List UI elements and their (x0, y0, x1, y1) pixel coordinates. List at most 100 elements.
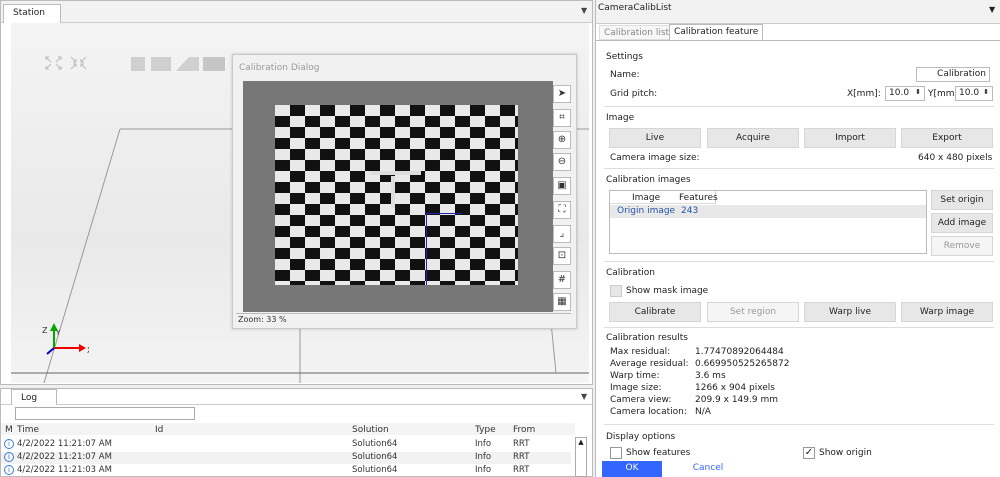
panel-header: CameraCalibList ▼ (596, 0, 1000, 24)
fit-image-icon[interactable]: ▣ (553, 177, 571, 195)
x-mm-label: X[mm]: (847, 89, 881, 99)
row-image: Origin image (617, 206, 676, 216)
image-heading: Image (606, 113, 635, 123)
show-mask-checkbox[interactable] (610, 285, 622, 297)
log-from: RRT (513, 439, 530, 449)
overlay-icon[interactable]: ⊡ (553, 247, 571, 265)
avg-residual-value: 0.669950525265872 (695, 359, 790, 369)
cancel-button[interactable]: Cancel (678, 461, 738, 477)
col-features-label[interactable]: Features (679, 193, 718, 203)
warp-time-label: Warp time: (610, 371, 660, 381)
log-row[interactable]: i 4/2/2022 11:21:07 AM Solution64 Info R… (1, 439, 571, 451)
origin-marker (371, 171, 421, 175)
set-region-button[interactable]: Set region (707, 302, 799, 322)
tab-calibration-list[interactable]: Calibration list (599, 25, 675, 40)
log-scrollbar[interactable]: ▲ (575, 437, 587, 477)
x-mm-stepper[interactable]: 10.0 ⬍ (885, 86, 925, 101)
acquire-button[interactable]: Acquire (707, 128, 799, 148)
zoom-in-icon[interactable]: ⊕ (553, 131, 571, 149)
x-mm-value: 10.0 (889, 88, 910, 98)
pin-icon[interactable]: ▼ (989, 5, 995, 14)
pointer-tool-icon[interactable]: ➤ (553, 85, 571, 103)
show-features-checkbox[interactable] (610, 447, 622, 459)
table-row[interactable]: Origin image 243 (610, 205, 926, 218)
row-features: 243 (681, 206, 699, 216)
axis-gizmo: Z Y X (42, 323, 89, 355)
warp-image-button[interactable]: Warp image (901, 302, 993, 322)
log-tabbar: Log ▼ (1, 389, 592, 405)
warp-time-value: 3.6 ms (695, 371, 726, 381)
log-type: Info (475, 452, 492, 462)
log-type: Info (475, 465, 492, 475)
log-solution: Solution64 (352, 465, 398, 475)
stepper-icon[interactable]: ⬍ (915, 88, 921, 96)
zoom-label: Zoom: 33 % (238, 315, 287, 324)
show-features-label: Show features (626, 448, 691, 458)
display-options-heading: Display options (606, 432, 676, 442)
max-residual-value: 1.77470892064484 (695, 347, 784, 357)
camera-image[interactable] (243, 81, 553, 312)
log-from: RRT (513, 465, 530, 475)
info-icon: i (4, 452, 14, 462)
col-time[interactable]: Time (17, 425, 39, 435)
col-type[interactable]: Type (475, 425, 496, 435)
select-region-icon[interactable]: ⌗ (553, 109, 571, 127)
pixel-grid-icon[interactable]: ▦ (553, 293, 571, 311)
name-field[interactable]: Calibration (916, 67, 990, 82)
divider (604, 424, 994, 425)
divider (604, 261, 994, 262)
add-image-button[interactable]: Add image (931, 213, 993, 233)
col-solution[interactable]: Solution (352, 425, 389, 435)
grid-icon[interactable]: # (553, 271, 571, 289)
log-type: Info (475, 439, 492, 449)
tab-log[interactable]: Log (11, 389, 57, 405)
col-m[interactable]: M (5, 425, 13, 435)
avg-residual-label: Average residual: (610, 359, 689, 369)
stepper-icon[interactable]: ⬍ (983, 88, 989, 96)
fullscreen-icon[interactable]: ⛶ (553, 201, 571, 219)
y-mm-value: 10.0 (959, 88, 980, 98)
y-mm-stepper[interactable]: 10.0 ⬍ (955, 86, 993, 101)
pin-icon[interactable]: ▼ (581, 392, 587, 401)
col-id[interactable]: Id (155, 425, 163, 435)
calibration-dialog[interactable]: Calibration Dialog ➤ ⌗ ⊕ ⊖ ▣ ⛶ ⌟ ⊡ # ▦ Z… (232, 54, 577, 329)
set-origin-button[interactable]: Set origin (931, 190, 993, 210)
camera-location-value: N/A (695, 407, 711, 417)
tab-station[interactable]: Station (3, 4, 61, 23)
calibration-heading: Calibration (606, 268, 655, 278)
calibration-images-table[interactable]: Image Features Origin image 243 (609, 190, 927, 254)
zoom-status: Zoom: 33 % (236, 313, 571, 327)
camera-view-label: Camera view: (610, 395, 672, 405)
remove-button[interactable]: Remove (931, 236, 993, 256)
origin-marker-stem (391, 176, 395, 208)
log-time: 4/2/2022 11:21:07 AM (17, 439, 112, 449)
live-button[interactable]: Live (609, 128, 701, 148)
scroll-up-icon[interactable]: ▲ (576, 438, 586, 446)
tab-underline (596, 40, 1000, 41)
svg-text:Y: Y (55, 329, 61, 337)
divider (604, 327, 994, 328)
region-outline (426, 213, 462, 285)
show-mask-label: Show mask image (626, 286, 709, 296)
log-filter-input[interactable] (15, 407, 195, 420)
settings-heading: Settings (606, 52, 643, 62)
tab-calibration-feature[interactable]: Calibration feature (669, 24, 764, 41)
corner-icon[interactable]: ⌟ (553, 225, 571, 243)
pin-icon[interactable]: ▼ (581, 6, 587, 15)
show-origin-checkbox[interactable]: ✓ (803, 447, 815, 459)
divider (604, 168, 994, 169)
warp-live-button[interactable]: Warp live (804, 302, 896, 322)
log-row[interactable]: i 4/2/2022 11:21:07 AM Solution64 Info R… (1, 452, 571, 464)
import-button[interactable]: Import (804, 128, 896, 148)
ok-button[interactable]: OK (602, 461, 662, 477)
camera-location-label: Camera location: (610, 407, 687, 417)
export-button[interactable]: Export (901, 128, 993, 148)
camera-calib-panel: CameraCalibList ▼ Calibration list Calib… (595, 0, 1000, 477)
info-icon: i (4, 439, 14, 449)
col-from[interactable]: From (513, 425, 535, 435)
divider (604, 106, 994, 107)
log-row[interactable]: i 4/2/2022 11:21:03 AM Solution64 Info R… (1, 465, 571, 477)
zoom-out-icon[interactable]: ⊖ (553, 153, 571, 171)
calibrate-button[interactable]: Calibrate (609, 302, 701, 322)
results-heading: Calibration results (606, 333, 688, 343)
